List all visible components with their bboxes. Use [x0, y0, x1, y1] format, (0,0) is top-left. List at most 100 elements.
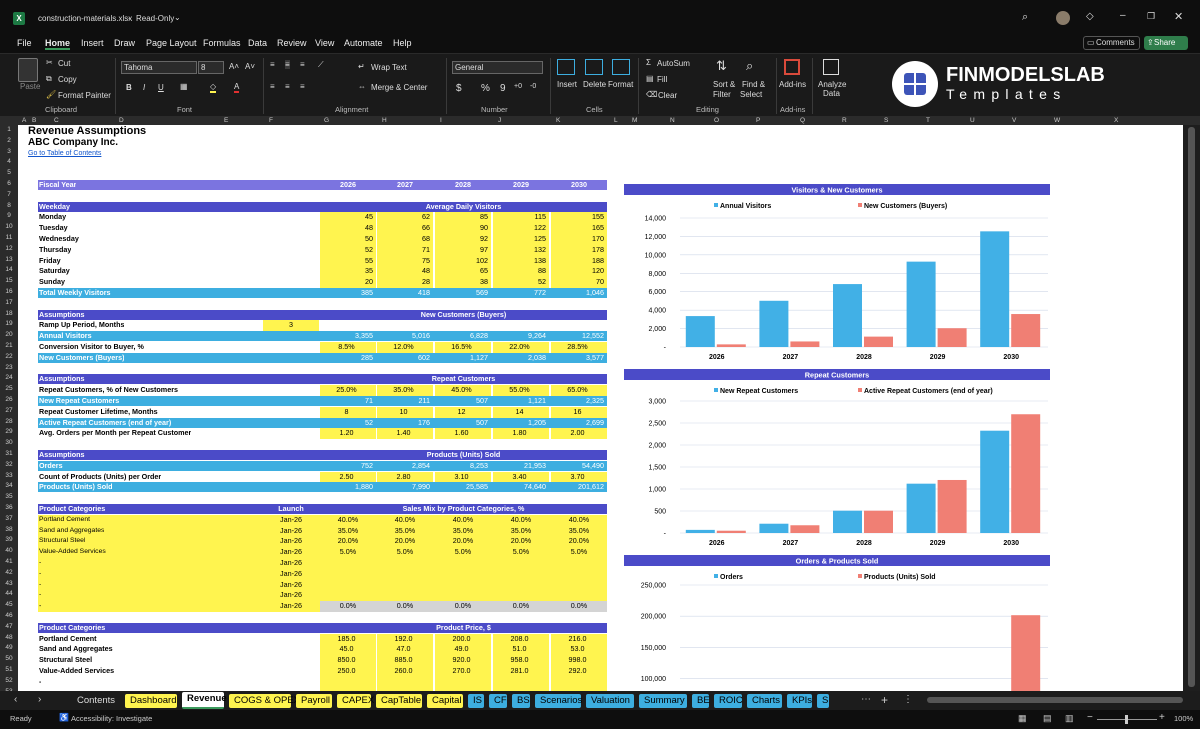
value-cell[interactable]: 260.0 — [377, 666, 430, 676]
autosum-button[interactable]: AutoSum — [657, 59, 690, 68]
comma-button[interactable]: 9 — [500, 83, 506, 94]
value-cell[interactable]: 52 — [320, 245, 373, 255]
row-number[interactable]: 10 — [0, 222, 18, 233]
currency-button[interactable]: $ — [456, 83, 462, 94]
zoom-out-icon[interactable]: − — [1087, 712, 1093, 723]
value-cell[interactable]: 25,585 — [435, 482, 488, 492]
value-cell[interactable]: 752 — [320, 461, 373, 471]
value-cell[interactable]: 998.0 — [551, 655, 604, 665]
share-button[interactable]: ⇪ Share — [1144, 36, 1188, 50]
value-cell[interactable]: 3,355 — [320, 331, 373, 341]
row-number[interactable]: 36 — [0, 503, 18, 514]
value-cell[interactable]: 2,325 — [551, 396, 604, 406]
paste-button[interactable]: Paste — [20, 82, 40, 91]
column-letter-l[interactable]: L — [614, 116, 618, 125]
category-label[interactable]: Structural Steel — [39, 536, 85, 546]
mix-value[interactable] — [493, 580, 549, 590]
mix-value[interactable] — [320, 590, 376, 600]
row-number[interactable]: 30 — [0, 438, 18, 449]
sheet-tab-captable[interactable]: CapTable — [376, 694, 422, 708]
mix-value[interactable]: 20.0% — [493, 536, 549, 546]
sheet-tab-charts[interactable]: Charts — [747, 694, 782, 708]
menu-draw[interactable]: Draw — [114, 38, 135, 48]
underline-button[interactable]: U — [158, 83, 164, 92]
value-cell[interactable]: 2.80 — [377, 472, 430, 482]
row-number[interactable]: 26 — [0, 395, 18, 406]
align-top-icon[interactable]: ≡ — [270, 60, 275, 69]
row-number[interactable]: 42 — [0, 568, 18, 579]
row-number[interactable]: 18 — [0, 309, 18, 320]
row-number[interactable]: 17 — [0, 298, 18, 309]
value-cell[interactable]: 21,953 — [493, 461, 546, 471]
category-label[interactable]: - — [39, 558, 41, 568]
row-number[interactable]: 16 — [0, 287, 18, 298]
row-number[interactable]: 24 — [0, 373, 18, 384]
value-cell[interactable]: 120 — [551, 266, 604, 276]
value-cell[interactable]: 38 — [435, 277, 488, 287]
column-letter-w[interactable]: W — [1054, 116, 1060, 125]
value-cell[interactable]: 97 — [435, 245, 488, 255]
menu-file[interactable]: File — [17, 38, 32, 48]
mix-value[interactable]: 40.0% — [551, 515, 607, 525]
decrease-decimal-icon[interactable]: -0 — [530, 83, 536, 90]
mix-value[interactable]: 40.0% — [493, 515, 549, 525]
value-cell[interactable]: 418 — [377, 288, 430, 298]
page-layout-view-icon[interactable]: ▤ — [1043, 713, 1052, 724]
value-cell[interactable]: 52 — [320, 418, 373, 428]
launch-date[interactable]: Jan-26 — [263, 601, 319, 611]
menu-home[interactable]: Home — [45, 38, 71, 50]
sheet-tab-be[interactable]: BE — [692, 694, 710, 708]
value-cell[interactable]: 20 — [320, 277, 373, 287]
value-cell[interactable]: 70 — [551, 277, 604, 287]
font-size-select[interactable]: 8 — [198, 61, 224, 74]
column-letter-o[interactable]: O — [714, 116, 719, 125]
select-label[interactable]: Select — [740, 90, 762, 99]
row-number[interactable]: 44 — [0, 589, 18, 600]
column-letter-f[interactable]: F — [269, 116, 273, 125]
value-cell[interactable]: 270.0 — [435, 666, 488, 676]
diamond-icon[interactable]: ◇ — [1086, 11, 1094, 22]
value-cell[interactable]: 885.0 — [377, 655, 430, 665]
mix-value[interactable] — [435, 558, 491, 568]
value-cell[interactable] — [493, 677, 546, 687]
value-cell[interactable]: 292.0 — [551, 666, 604, 676]
launch-date[interactable]: Jan-26 — [263, 580, 319, 590]
value-cell[interactable]: 22.0% — [493, 342, 546, 352]
page-break-view-icon[interactable]: ▥ — [1065, 713, 1074, 724]
value-cell[interactable]: 53.0 — [551, 644, 604, 654]
sheet-tab-s[interactable]: S — [817, 694, 829, 708]
align-center-icon[interactable]: ≡ — [285, 82, 290, 91]
value-cell[interactable]: 155 — [551, 212, 604, 222]
mix-value[interactable]: 20.0% — [377, 536, 433, 546]
menu-data[interactable]: Data — [248, 38, 267, 48]
value-cell[interactable] — [320, 677, 373, 687]
row-number[interactable]: 46 — [0, 611, 18, 622]
row-number[interactable]: 3 — [0, 147, 18, 158]
insert-cells-button[interactable]: Insert — [557, 80, 577, 89]
sheet-tab-dashboard[interactable]: Dashboard — [125, 694, 177, 708]
column-letter-e[interactable]: E — [224, 116, 228, 125]
value-cell[interactable]: 9,264 — [493, 331, 546, 341]
value-cell[interactable]: 48 — [320, 223, 373, 233]
row-number[interactable]: 45 — [0, 600, 18, 611]
value-cell[interactable]: 28.5% — [551, 342, 604, 352]
mix-value[interactable]: 20.0% — [320, 536, 376, 546]
value-cell[interactable]: 201,612 — [551, 482, 604, 492]
category-label[interactable]: - — [39, 601, 41, 611]
find-label[interactable]: Find & — [742, 80, 765, 89]
grow-font-button[interactable]: A˄ — [229, 62, 239, 71]
value-cell[interactable]: 2.50 — [320, 472, 373, 482]
value-cell[interactable]: 85 — [435, 212, 488, 222]
mix-value[interactable] — [551, 569, 607, 579]
category-label[interactable]: Sand and Aggregates — [39, 526, 104, 536]
value-cell[interactable]: 192.0 — [377, 634, 430, 644]
value-cell[interactable]: 62 — [377, 212, 430, 222]
mix-value[interactable]: 40.0% — [435, 515, 491, 525]
value-cell[interactable]: 48 — [377, 266, 430, 276]
sheet-tab-capital[interactable]: Capital — [427, 694, 463, 708]
value-cell[interactable] — [551, 677, 604, 687]
format-cells-button[interactable]: Format — [608, 80, 633, 89]
value-cell[interactable]: 772 — [493, 288, 546, 298]
tab-next-icon[interactable]: › — [38, 694, 41, 705]
menu-automate[interactable]: Automate — [344, 38, 383, 48]
